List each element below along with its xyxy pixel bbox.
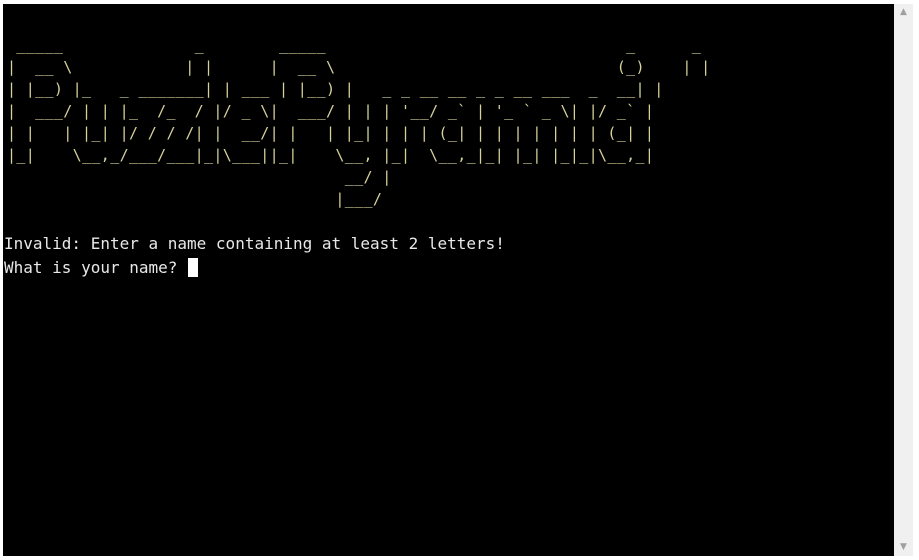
name-prompt-line[interactable]: What is your name? — [4, 257, 199, 279]
terminal-console[interactable]: _____ _ _____ _ _ | __ \ | | | __ \ (_) … — [3, 4, 894, 556]
banner-line: |___/ — [7, 190, 655, 208]
vertical-scrollbar[interactable]: ▲ ▼ — [894, 4, 913, 556]
banner-line: | |__) |_ _ _______| | ___ | |__) | _ _ … — [7, 80, 664, 98]
ascii-banner: _____ _ _____ _ _ | __ \ | | | __ \ (_) … — [7, 34, 711, 210]
banner-line: | | | |_| |/ / / /| | __/| | | |_| | | |… — [7, 124, 655, 142]
scrollbar-track[interactable] — [894, 21, 913, 539]
banner-line: _____ _ _____ _ _ — [7, 36, 711, 54]
error-message: Invalid: Enter a name containing at leas… — [4, 233, 505, 255]
error-text: Invalid: Enter a name containing at leas… — [4, 234, 505, 253]
banner-line: __/ | — [7, 168, 655, 186]
terminal-window: _____ _ _____ _ _ | __ \ | | | __ \ (_) … — [0, 0, 919, 560]
banner-line: | __ \ | | | __ \ (_) | | — [7, 58, 711, 76]
banner-line: |_| \__,_/___/___|_|\___||_| \__, |_| \_… — [7, 146, 655, 164]
scroll-up-arrow-icon[interactable]: ▲ — [894, 4, 913, 21]
text-cursor — [188, 258, 199, 277]
scroll-down-arrow-icon[interactable]: ▼ — [894, 539, 913, 556]
banner-line: | ___/ | | |_ /_ / |/ _ \| ___/ | | | '_… — [7, 102, 655, 120]
prompt-text: What is your name? — [4, 258, 188, 277]
